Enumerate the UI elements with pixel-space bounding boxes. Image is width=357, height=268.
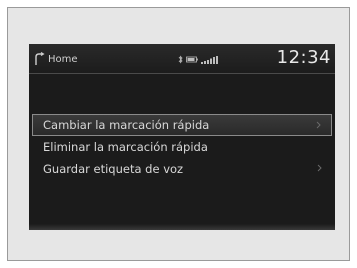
menu-list: Cambiar la marcación rápida Eliminar la …	[32, 114, 332, 180]
menu-item-label: Eliminar la marcación rápida	[43, 140, 208, 154]
display-screen: Home 12:34 Cambiar la marcación rápida E…	[29, 44, 335, 230]
status-bar: Home 12:34	[29, 44, 335, 74]
menu-item-label: Cambiar la marcación rápida	[43, 118, 210, 132]
menu-item-delete-speed-dial[interactable]: Eliminar la marcación rápida	[32, 136, 332, 158]
bluetooth-icon	[178, 55, 183, 64]
menu-item-label: Guardar etiqueta de voz	[43, 162, 184, 176]
clock: 12:34	[276, 47, 331, 68]
chevron-right-icon	[317, 164, 322, 172]
bottom-strip	[29, 224, 335, 230]
status-icons	[178, 55, 220, 64]
menu-item-change-speed-dial[interactable]: Cambiar la marcación rápida	[32, 114, 332, 136]
signal-strength-icon	[201, 55, 218, 64]
home-button[interactable]: Home	[33, 50, 78, 68]
chevron-right-icon	[316, 121, 321, 129]
phone-home-icon	[35, 52, 45, 65]
menu-item-save-voice-tag[interactable]: Guardar etiqueta de voz	[32, 158, 332, 180]
battery-icon	[186, 56, 198, 63]
home-label: Home	[48, 53, 78, 65]
